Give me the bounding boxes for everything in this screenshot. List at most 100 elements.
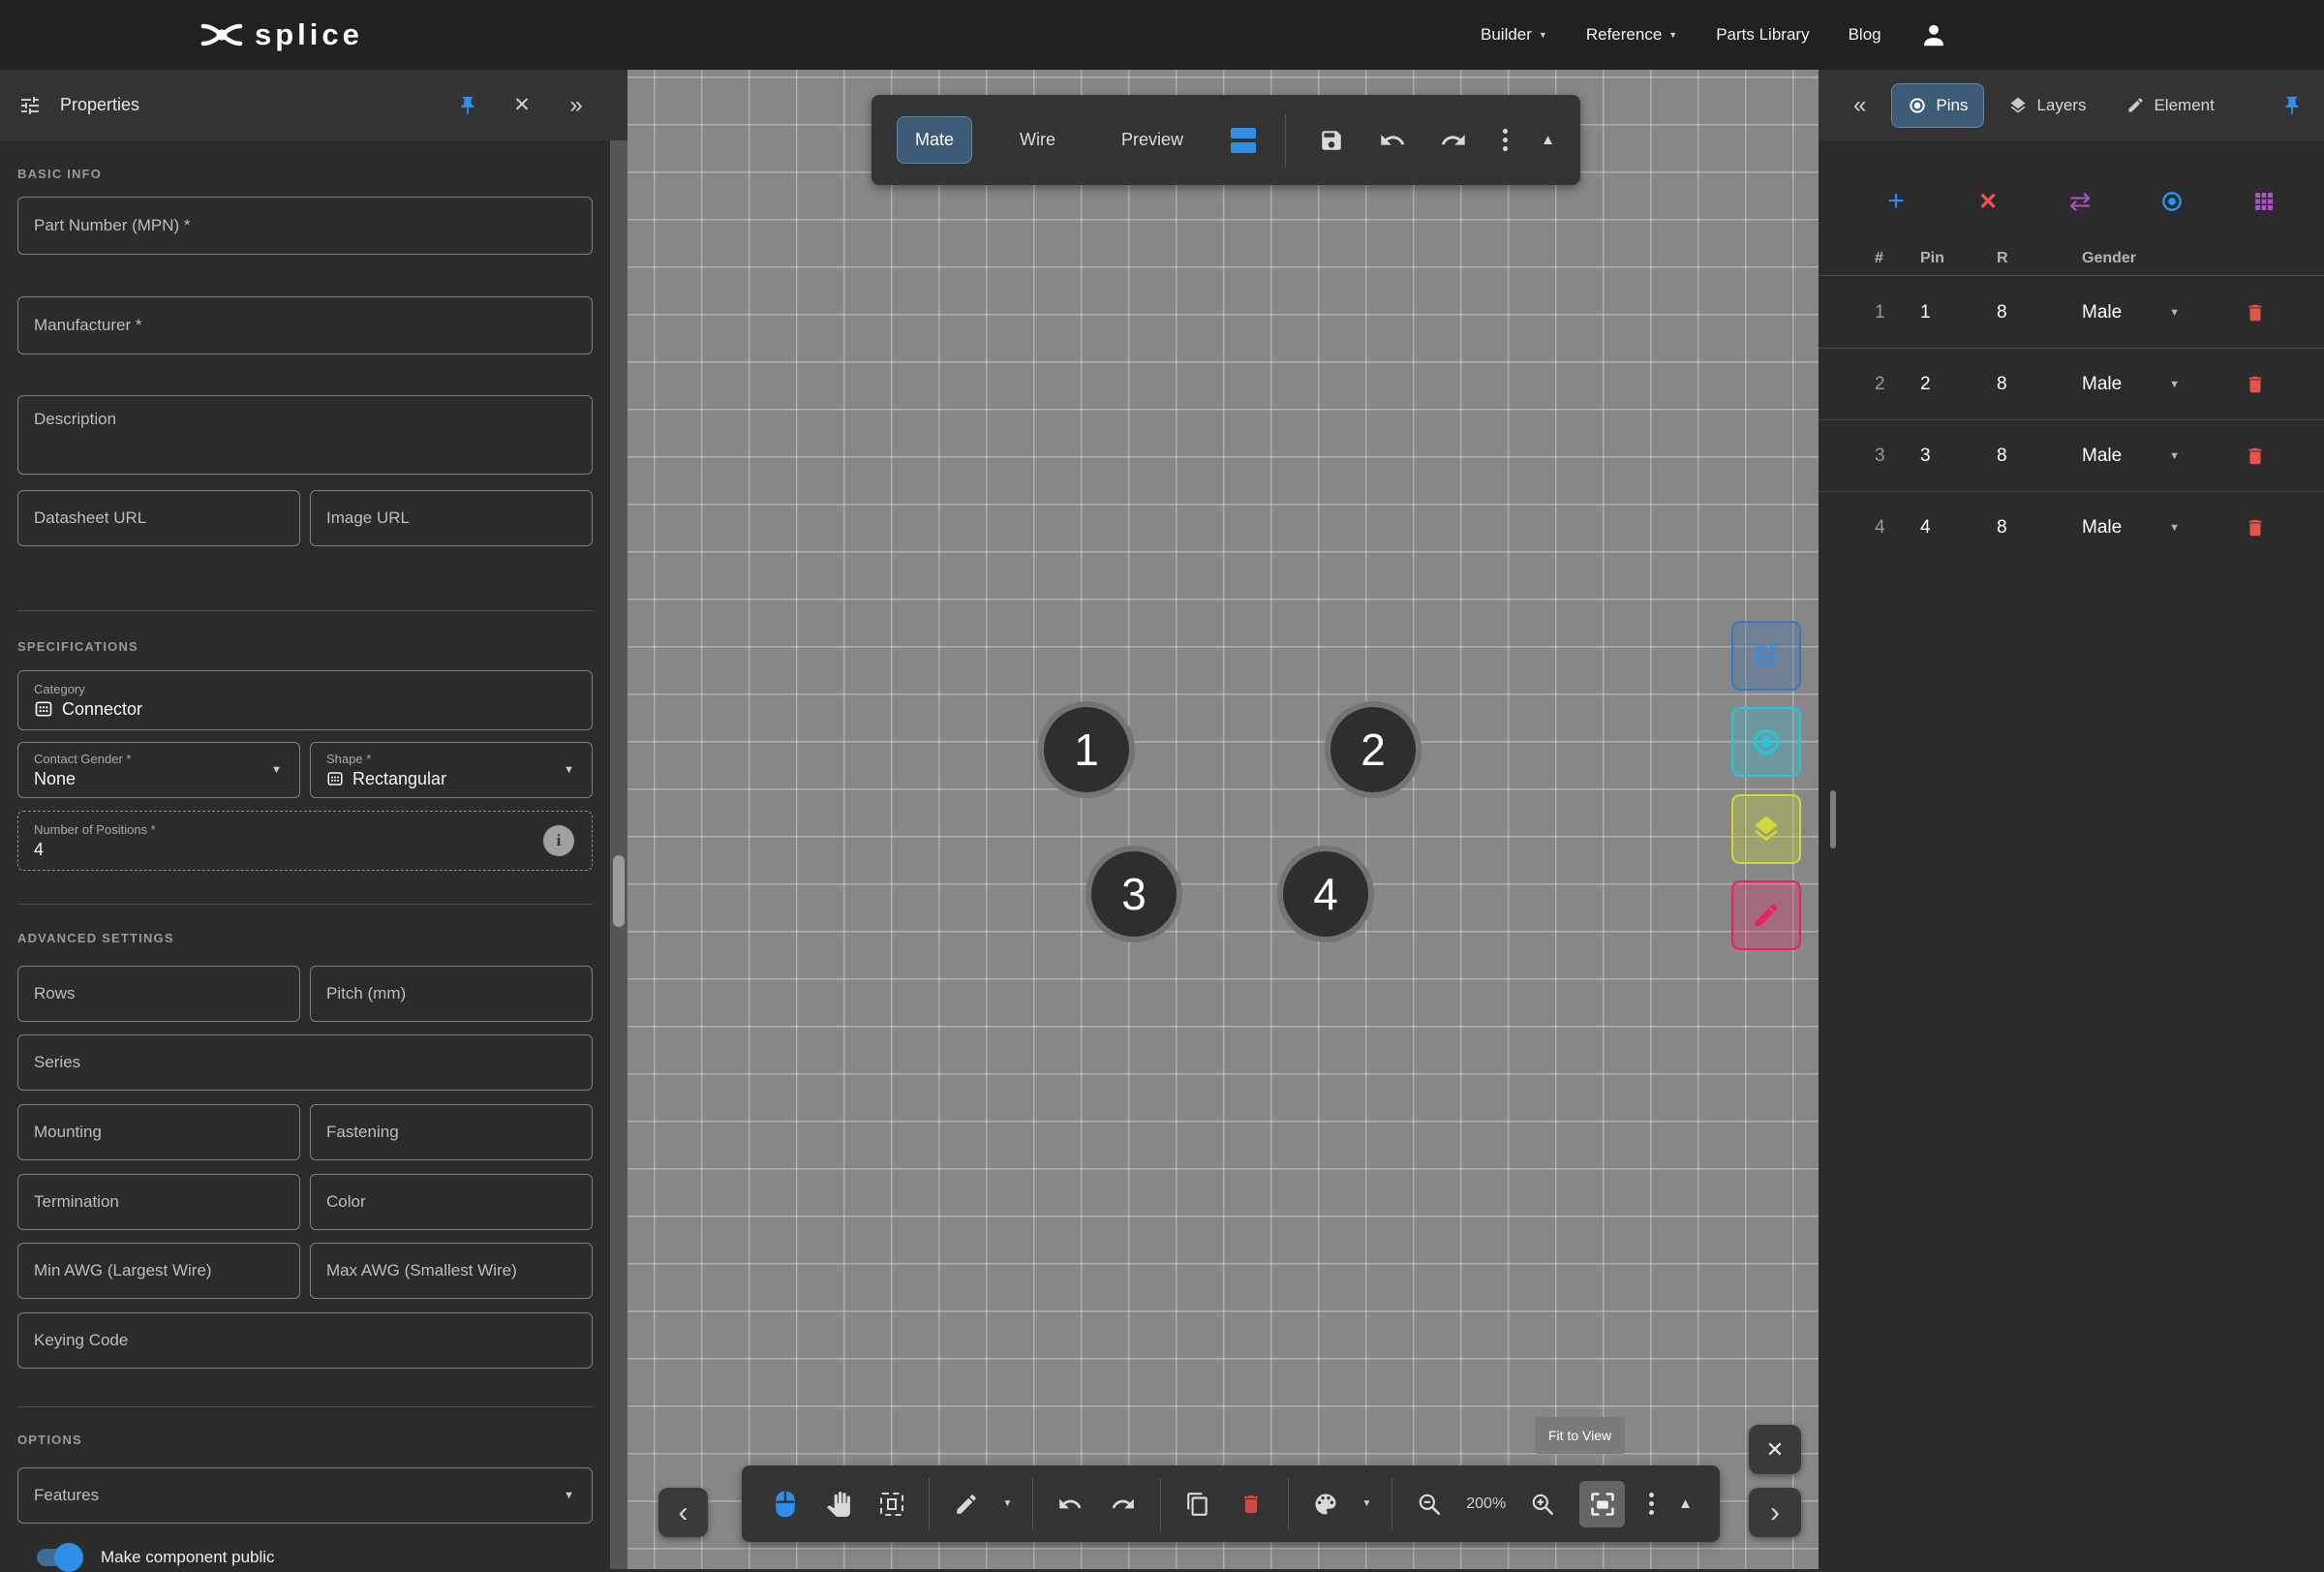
section-options: OPTIONS — [17, 1433, 82, 1447]
nav-item-builder[interactable]: Builder▼ — [1481, 25, 1547, 45]
nav-item-parts-library[interactable]: Parts Library — [1716, 25, 1809, 45]
tab-pins[interactable]: Pins — [1891, 83, 1984, 128]
zoom-in-button[interactable] — [1526, 1487, 1559, 1522]
shape-select[interactable]: Shape * Rectangular ▼ — [310, 742, 593, 798]
delete-pin-button[interactable] — [2245, 302, 2266, 324]
mode-wire-button[interactable]: Wire — [1001, 116, 1074, 164]
category-select[interactable]: Category Connector — [17, 670, 593, 730]
pins-tool-button[interactable] — [1731, 707, 1801, 777]
canvas-pin-3[interactable]: 3 — [1086, 846, 1182, 942]
prev-panel-button[interactable]: ‹ — [658, 1488, 708, 1537]
mouse-mode-button[interactable] — [769, 1487, 802, 1522]
canvas-pin-1[interactable]: 1 — [1038, 701, 1135, 798]
info-icon[interactable]: i — [543, 825, 574, 856]
app-logo[interactable]: splice — [200, 0, 363, 70]
features-select[interactable]: Features ▼ — [17, 1467, 593, 1524]
collapse-panel-button[interactable]: » — [560, 89, 593, 122]
marquee-select-button[interactable] — [875, 1487, 908, 1522]
add-pin-button[interactable]: + — [1877, 182, 1915, 221]
keying-code-input[interactable]: Keying Code — [17, 1312, 593, 1369]
redo-icon — [1440, 127, 1467, 154]
gender-select[interactable]: Male ▼ — [2068, 374, 2199, 395]
caret-down-icon: ▼ — [2169, 307, 2180, 319]
swap-pins-button[interactable]: ⇄ — [2061, 182, 2099, 221]
pin-table-row[interactable]: 1 1 8 Male ▼ — [1819, 277, 2324, 349]
color-input[interactable]: Color — [310, 1174, 593, 1230]
rows-input[interactable]: Rows — [17, 966, 300, 1022]
close-canvas-button[interactable]: ✕ — [1749, 1425, 1801, 1474]
pin-table-row[interactable]: 3 3 8 Male ▼ — [1819, 420, 2324, 492]
canvas-pin-2[interactable]: 2 — [1325, 701, 1422, 798]
more-options-button[interactable] — [1645, 1489, 1658, 1519]
nav-item-reference[interactable]: Reference▼ — [1586, 25, 1677, 45]
datasheet-url-input[interactable]: Datasheet URL — [17, 490, 300, 546]
palette-button[interactable] — [1309, 1487, 1342, 1522]
user-account-button[interactable] — [1920, 21, 1947, 48]
draw-tool-button[interactable] — [950, 1487, 983, 1522]
divider — [929, 1478, 930, 1530]
pitch-input[interactable]: Pitch (mm) — [310, 966, 593, 1022]
description-input[interactable]: Description — [17, 395, 593, 475]
undo-button[interactable] — [1376, 123, 1408, 158]
pan-mode-button[interactable] — [822, 1487, 855, 1522]
properties-tool-button[interactable] — [1731, 621, 1801, 691]
element-tool-button[interactable] — [1731, 880, 1801, 950]
split-view-button[interactable] — [1231, 128, 1256, 153]
palette-caret[interactable]: ▼ — [1362, 1498, 1372, 1509]
redo-button[interactable] — [1107, 1487, 1140, 1522]
left-panel-scrollbar[interactable] — [610, 140, 627, 1569]
editor-canvas[interactable]: Mate Wire Preview ▲ 1 2 3 4 — [627, 70, 1819, 1569]
more-options-button[interactable] — [1499, 125, 1512, 155]
collapse-left-icon[interactable]: « — [1853, 92, 1866, 119]
save-button[interactable] — [1315, 123, 1347, 158]
pin-panel-button[interactable] — [451, 89, 484, 122]
close-panel-button[interactable]: ✕ — [505, 89, 538, 122]
collapse-toolbar-button[interactable]: ▲ — [1678, 1495, 1693, 1512]
delete-button[interactable] — [1235, 1487, 1268, 1522]
pin-panel-button[interactable] — [2276, 89, 2309, 122]
tab-layers[interactable]: Layers — [1992, 83, 2102, 128]
part-number-input[interactable]: Part Number (MPN) * — [17, 197, 593, 255]
draw-tool-caret[interactable]: ▼ — [1002, 1498, 1012, 1509]
right-panel-scrollbar[interactable] — [1830, 790, 1836, 848]
pin-table-row[interactable]: 2 2 8 Male ▼ — [1819, 349, 2324, 420]
series-input[interactable]: Series — [17, 1034, 593, 1091]
termination-input[interactable]: Termination — [17, 1174, 300, 1230]
make-public-toggle[interactable] — [37, 1549, 79, 1566]
delete-pin-button[interactable] — [2245, 374, 2266, 395]
manufacturer-input[interactable]: Manufacturer * — [17, 296, 593, 354]
grid-arrange-button[interactable] — [2245, 182, 2283, 221]
mode-toolbar: Mate Wire Preview ▲ — [872, 95, 1580, 185]
caret-down-icon: ▼ — [271, 764, 282, 776]
copy-button[interactable] — [1181, 1487, 1214, 1522]
delete-pin-button[interactable] — [2245, 517, 2266, 539]
gender-select[interactable]: Male ▼ — [2068, 302, 2199, 324]
canvas-pin-4[interactable]: 4 — [1277, 846, 1374, 942]
contact-gender-select[interactable]: Contact Gender * None ▼ — [17, 742, 300, 798]
delete-pin-button[interactable] — [2245, 446, 2266, 467]
nav-item-blog[interactable]: Blog — [1849, 25, 1881, 45]
next-panel-button[interactable]: › — [1749, 1488, 1801, 1537]
zoom-out-button[interactable] — [1413, 1487, 1446, 1522]
trash-icon — [2245, 517, 2266, 539]
mounting-input[interactable]: Mounting — [17, 1104, 300, 1160]
layers-tool-button[interactable] — [1731, 794, 1801, 864]
image-url-input[interactable]: Image URL — [310, 490, 593, 546]
max-awg-input[interactable]: Max AWG (Smallest Wire) — [310, 1243, 593, 1299]
pin-table-row[interactable]: 4 4 8 Male ▼ — [1819, 492, 2324, 564]
redo-button[interactable] — [1438, 123, 1470, 158]
undo-button[interactable] — [1054, 1487, 1086, 1522]
remove-pin-button[interactable]: ✕ — [1969, 182, 2007, 221]
collapse-toolbar-button[interactable]: ▲ — [1541, 132, 1555, 148]
number-of-positions-field[interactable]: Number of Positions * 4 i — [17, 811, 593, 871]
fastening-input[interactable]: Fastening — [310, 1104, 593, 1160]
tab-element[interactable]: Element — [2110, 83, 2230, 128]
mode-preview-button[interactable]: Preview — [1103, 116, 1202, 164]
pin-mode-button[interactable] — [2153, 182, 2191, 221]
fit-to-view-button[interactable] — [1579, 1481, 1625, 1527]
caret-down-icon: ▼ — [564, 764, 574, 776]
mode-mate-button[interactable]: Mate — [897, 116, 972, 164]
min-awg-input[interactable]: Min AWG (Largest Wire) — [17, 1243, 300, 1299]
gender-select[interactable]: Male ▼ — [2068, 446, 2199, 467]
gender-select[interactable]: Male ▼ — [2068, 517, 2199, 539]
